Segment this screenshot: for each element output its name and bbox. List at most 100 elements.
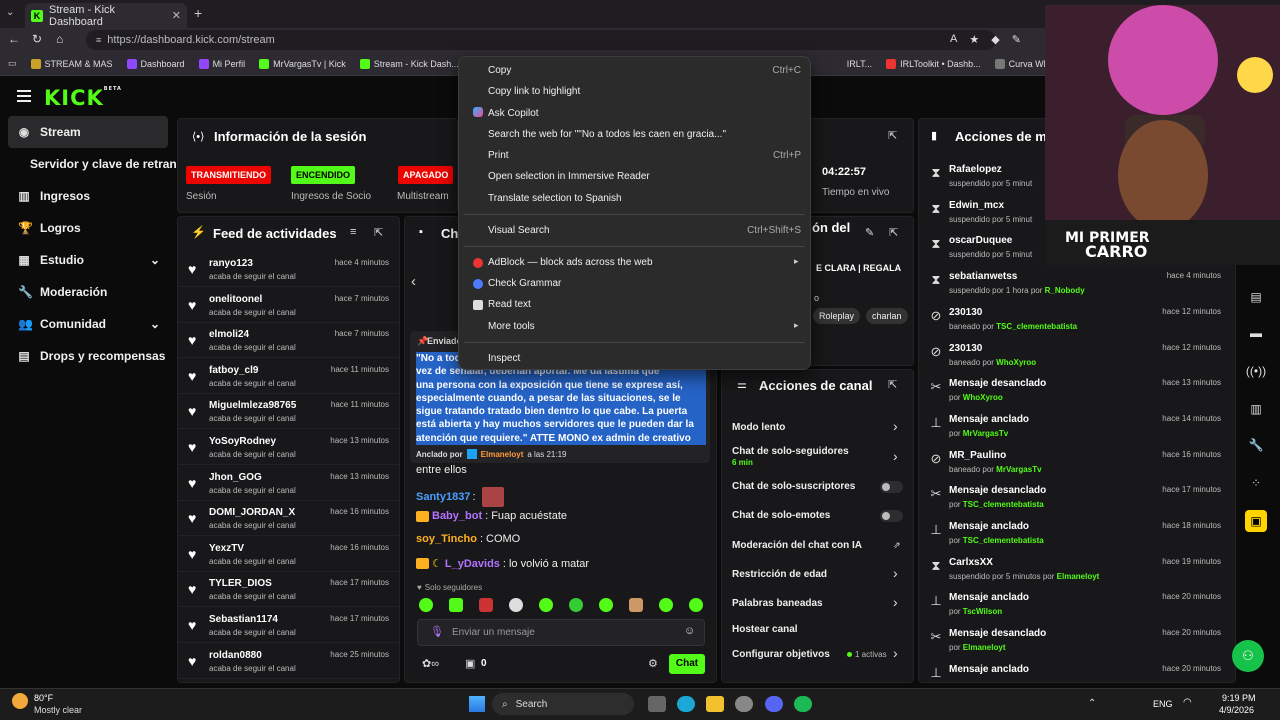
feed-item[interactable]: ♥ Miguelmleza98765 acaba de seguir el cana… xyxy=(178,394,399,430)
menu-item-inspect[interactable]: Inspect xyxy=(488,353,520,364)
menu-item-more-tools[interactable]: More tools xyxy=(488,321,535,332)
chevron-right-icon[interactable]: › xyxy=(893,565,898,581)
site-info-icon[interactable]: ≡ xyxy=(96,35,101,45)
setting-slow-mode[interactable]: Modo lento xyxy=(732,422,904,433)
bookmark-stream-kick[interactable]: Stream - Kick Dash... xyxy=(359,58,459,69)
mod-action-target[interactable]: Mensaje anclado xyxy=(949,414,1029,425)
chevron-right-icon[interactable]: › xyxy=(893,645,898,661)
menu-item-ask-copilot[interactable]: Ask Copilot xyxy=(488,108,539,119)
hamburger-menu-icon[interactable] xyxy=(17,90,31,102)
menu-item-copy[interactable]: Copy xyxy=(488,65,511,76)
feed-username[interactable]: YexzTV xyxy=(209,543,244,554)
feed-item[interactable]: ♥ YoSoyRodney acaba de seguir el canal hace… xyxy=(178,430,399,465)
wrench-icon[interactable]: 🔧 xyxy=(1245,434,1267,456)
emote-icon[interactable] xyxy=(659,598,673,612)
chat-icon[interactable]: ▬ xyxy=(1245,322,1267,344)
menu-item-check-grammar[interactable]: Check Grammar xyxy=(488,278,561,289)
mod-action-target[interactable]: Mensaje anclado xyxy=(949,664,1029,675)
mod-action-target[interactable]: Mensaje desanclado xyxy=(949,485,1046,496)
dots-icon[interactable]: ⁘ xyxy=(1245,472,1267,494)
edit-pencil-icon[interactable]: ✎ xyxy=(865,226,874,239)
feed-item[interactable]: ♥ YexzTV acaba de seguir el canal hace 16 m… xyxy=(178,537,399,572)
mod-action-target[interactable]: Mensaje desanclado xyxy=(949,378,1046,389)
setting-followers-only[interactable]: Chat de solo-seguidores 6 min xyxy=(732,446,904,468)
emote-icon[interactable] xyxy=(539,598,553,612)
expand-icon[interactable]: ⇱ xyxy=(888,129,897,142)
feed-username[interactable]: Sebastian1174 xyxy=(209,614,278,625)
mod-action-target[interactable]: MR_Paulino xyxy=(949,450,1006,461)
feed-item[interactable]: ♥ Jhon_GOG acaba de seguir el canal hace 13… xyxy=(178,466,399,501)
feed-username[interactable]: ranyo123 xyxy=(209,258,253,269)
emote-icon[interactable] xyxy=(689,598,703,612)
emote-icon[interactable] xyxy=(509,598,523,612)
sidebar-item-stream[interactable]: ◉ Stream xyxy=(8,116,168,148)
bookmark-mrvargastv[interactable]: MrVargasTv | Kick xyxy=(259,58,346,69)
favorite-star-icon[interactable]: ★ xyxy=(969,33,979,46)
pen-icon[interactable]: ✎ xyxy=(1012,33,1021,46)
tray-chevron-up-icon[interactable]: ⌃ xyxy=(1088,698,1096,709)
spotify-icon[interactable] xyxy=(794,696,812,712)
menu-item-adblock[interactable]: AdBlock — block ads across the web xyxy=(488,257,653,268)
sidebar-item-server-key[interactable]: Servidor y clave de retransm xyxy=(8,148,194,180)
popout-icon[interactable]: ⇱ xyxy=(374,226,383,239)
settings-app-icon[interactable] xyxy=(735,696,753,712)
setting-banned-words[interactable]: Palabras baneadas xyxy=(732,598,904,609)
tab-list-button[interactable]: ⌄ xyxy=(6,7,20,21)
sidebar-item-estudio[interactable]: ▦ Estudio ⌄ xyxy=(8,244,168,276)
external-link-icon[interactable]: ⇗ xyxy=(893,540,901,551)
menu-item-print[interactable]: Print xyxy=(488,150,509,161)
clock-date[interactable]: 4/9/2026 xyxy=(1219,705,1254,715)
layout-icon[interactable]: ▥ xyxy=(1245,398,1267,420)
mod-action-target[interactable]: 230130 xyxy=(949,307,982,318)
emotes-only-toggle[interactable] xyxy=(880,510,903,522)
menu-item-translate[interactable]: Translate selection to Spanish xyxy=(488,193,622,204)
sidebar-item-ingresos[interactable]: ▥ Ingresos xyxy=(8,180,168,212)
menu-item-copy-link[interactable]: Copy link to highlight xyxy=(488,86,580,97)
task-view-icon[interactable] xyxy=(648,696,666,712)
back-icon[interactable]: ← xyxy=(8,32,20,46)
settings-gear-icon[interactable]: ⚙ xyxy=(648,657,658,670)
setting-host-channel[interactable]: Hostear canal xyxy=(732,624,904,635)
clock-time[interactable]: 9:19 PM xyxy=(1222,693,1256,703)
mod-action-target[interactable]: Edwin_mcx xyxy=(949,200,1004,211)
feed-item[interactable]: ♥ fatboy_cl9 acaba de seguir el canal hace … xyxy=(178,359,399,394)
feed-username[interactable]: TYLER_DIOS xyxy=(209,578,272,589)
language-indicator[interactable]: ENG xyxy=(1153,699,1173,709)
menu-item-read-text[interactable]: Read text xyxy=(488,299,531,310)
filter-icon[interactable]: ≡ xyxy=(350,226,356,238)
address-bar[interactable]: ≡ https://dashboard.kick.com/stream xyxy=(86,30,996,50)
menu-item-visual-search[interactable]: Visual Search xyxy=(488,225,550,236)
feed-username[interactable]: YoSoyRodney xyxy=(209,436,276,447)
media-icon[interactable]: ▣ xyxy=(1245,510,1267,532)
weather-icon[interactable] xyxy=(12,693,28,709)
feed-item[interactable]: ♥ roldan0880 acaba de seguir el canal hace … xyxy=(178,644,399,679)
tag-charlan[interactable]: charlan xyxy=(866,308,908,324)
chevron-right-icon[interactable]: › xyxy=(893,594,898,610)
discord-icon[interactable] xyxy=(765,696,783,712)
bookmark-dashboard[interactable]: Dashboard xyxy=(126,58,185,69)
subscribers-only-toggle[interactable] xyxy=(880,481,903,493)
mod-action-target[interactable]: CarlxsXX xyxy=(949,557,993,568)
reload-icon[interactable]: ↻ xyxy=(32,32,42,46)
menu-item-search-web[interactable]: Search the web for ""No a todos les caen… xyxy=(488,129,726,140)
wifi-icon[interactable]: ◠ xyxy=(1183,697,1192,708)
microphone-icon[interactable]: 🎙 xyxy=(430,625,444,638)
kick-logo[interactable]: KICKBETA xyxy=(44,86,122,110)
points-icon[interactable]: ✿∞ xyxy=(422,657,439,670)
emote-icon[interactable] xyxy=(449,598,463,612)
mod-action-target[interactable]: 230130 xyxy=(949,343,982,354)
home-icon[interactable]: ⌂ xyxy=(56,32,63,46)
setting-ai-moderation[interactable]: Moderación del chat con IA xyxy=(732,540,904,551)
taskbar-search[interactable]: ⌕ Search xyxy=(492,693,634,715)
mod-action-target[interactable]: sebatianwetss xyxy=(949,271,1017,282)
popout-icon[interactable]: ⇱ xyxy=(888,378,897,391)
bookmark-irlt[interactable]: IRLT... xyxy=(847,59,872,69)
mod-action-target[interactable]: Rafaelopez xyxy=(949,164,1002,175)
feed-item[interactable]: ♥ elmoli24 acaba de seguir el canal hace 7 … xyxy=(178,323,399,359)
feed-username[interactable]: roldan0880 xyxy=(209,650,262,661)
store-icon[interactable]: ▣ xyxy=(465,657,475,670)
broadcast-icon[interactable]: ((•)) xyxy=(1245,360,1267,382)
sidebar-item-drops[interactable]: ▤ Drops y recompensas xyxy=(8,340,168,372)
bookmark-stream-mas[interactable]: STREAM & MAS xyxy=(30,58,113,69)
feed-username[interactable]: DOMI_JORDAN_X xyxy=(209,507,295,518)
